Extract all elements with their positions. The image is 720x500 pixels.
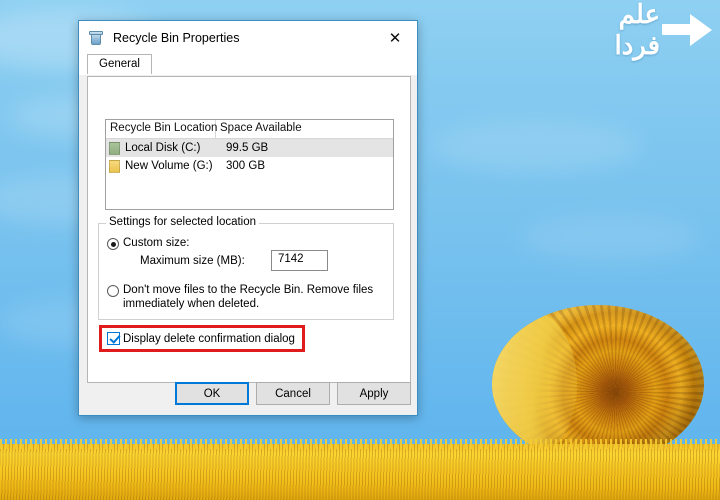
table-row[interactable]: Local Disk (C:) 99.5 GB <box>106 139 393 157</box>
list-header-row: Recycle Bin Location Space Available <box>106 120 393 139</box>
cell-location: Local Disk (C:) <box>125 142 201 154</box>
recycle-bin-properties-dialog: Recycle Bin Properties ✕ General Recycle… <box>78 20 418 416</box>
radio-custom-size[interactable]: Custom size: <box>107 237 190 250</box>
cell-space: 99.5 GB <box>226 142 269 154</box>
radio-button-icon[interactable] <box>107 238 119 250</box>
apply-button[interactable]: Apply <box>337 382 411 405</box>
radio-custom-size-label: Custom size: <box>123 237 190 249</box>
drive-icon-green <box>109 141 120 155</box>
display-confirmation-highlight: Display delete confirmation dialog <box>99 325 305 352</box>
display-confirmation-label: Display delete confirmation dialog <box>123 332 295 345</box>
display-confirmation-checkbox[interactable] <box>107 332 120 345</box>
tab-strip: General <box>79 54 417 75</box>
watermark-text: علم فردا <box>614 0 661 60</box>
recycle-bin-locations-list[interactable]: Recycle Bin Location Space Available Loc… <box>105 119 394 210</box>
site-watermark: علم فردا <box>576 0 712 60</box>
settings-groupbox: Settings for selected location Custom si… <box>98 216 394 320</box>
recycle-bin-icon <box>88 30 104 46</box>
cell-space: 300 GB <box>226 160 265 172</box>
cloud-decoration <box>520 215 700 261</box>
wheat-field <box>0 439 720 500</box>
drive-icon-yellow <box>109 159 120 173</box>
close-icon[interactable]: ✕ <box>373 21 417 54</box>
desktop-background: علم فردا Recycle Bin Properties ✕ Genera… <box>0 0 720 500</box>
settings-legend: Settings for selected location <box>106 216 260 228</box>
tab-general[interactable]: General <box>87 54 152 74</box>
cloud-decoration <box>430 120 640 172</box>
radio-no-move-files[interactable]: Don't move files to the Recycle Bin. Rem… <box>107 284 375 311</box>
ok-button[interactable]: OK <box>175 382 249 405</box>
table-row[interactable]: New Volume (G:) 300 GB <box>106 157 393 175</box>
cell-location: New Volume (G:) <box>125 160 213 172</box>
dialog-button-bar: OK Cancel Apply <box>79 377 417 415</box>
cancel-button[interactable]: Cancel <box>256 382 330 405</box>
column-header-location[interactable]: Recycle Bin Location <box>106 120 217 138</box>
radio-no-move-label: Don't move files to the Recycle Bin. Rem… <box>123 284 374 310</box>
maximum-size-label: Maximum size (MB): <box>140 255 245 267</box>
maximum-size-input[interactable]: 7142 <box>271 250 328 271</box>
general-tab-panel: Recycle Bin Location Space Available Loc… <box>87 76 411 383</box>
column-header-space[interactable]: Space Available <box>216 120 393 138</box>
radio-button-icon[interactable] <box>107 285 119 297</box>
right-arrow-icon <box>662 13 712 47</box>
dialog-title: Recycle Bin Properties <box>113 30 240 45</box>
dialog-titlebar: Recycle Bin Properties ✕ <box>79 21 417 54</box>
